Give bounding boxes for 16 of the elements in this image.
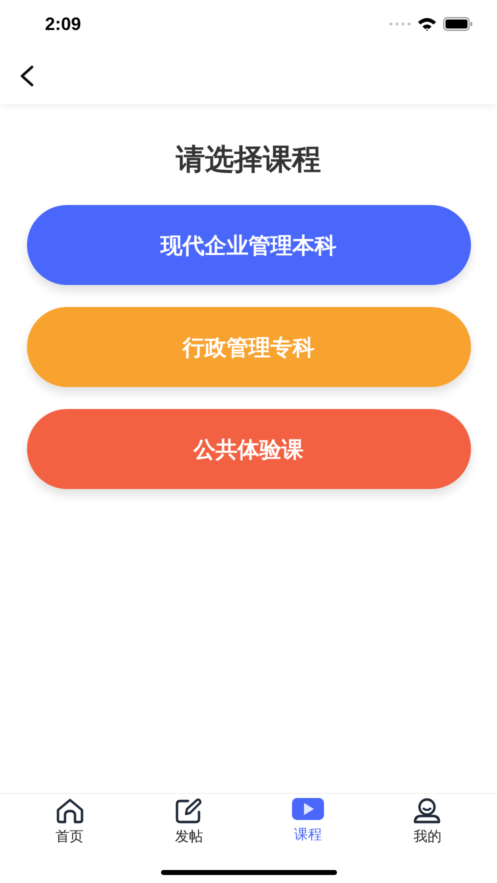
back-icon: [19, 65, 35, 87]
tab-bar-item[interactable]: 我的: [387, 798, 468, 847]
page-heading: 请选择课程: [176, 143, 321, 178]
status-time: 2:09: [45, 12, 82, 36]
tab-bar-item[interactable]: 课程: [268, 798, 348, 847]
signal-icon: [389, 22, 411, 26]
course-button[interactable]: 现代企业管理本科: [26, 205, 470, 285]
tab-bar-item[interactable]: 发帖: [148, 798, 229, 847]
course-button[interactable]: 公共体验课: [26, 409, 470, 489]
play-icon: [292, 798, 324, 822]
edit-icon: [174, 798, 204, 824]
battery-icon: [443, 17, 473, 31]
wifi-icon: [417, 16, 437, 32]
user-icon: [412, 798, 442, 824]
home-icon: [54, 798, 85, 824]
tab-bar-item[interactable]: 首页: [30, 798, 110, 847]
